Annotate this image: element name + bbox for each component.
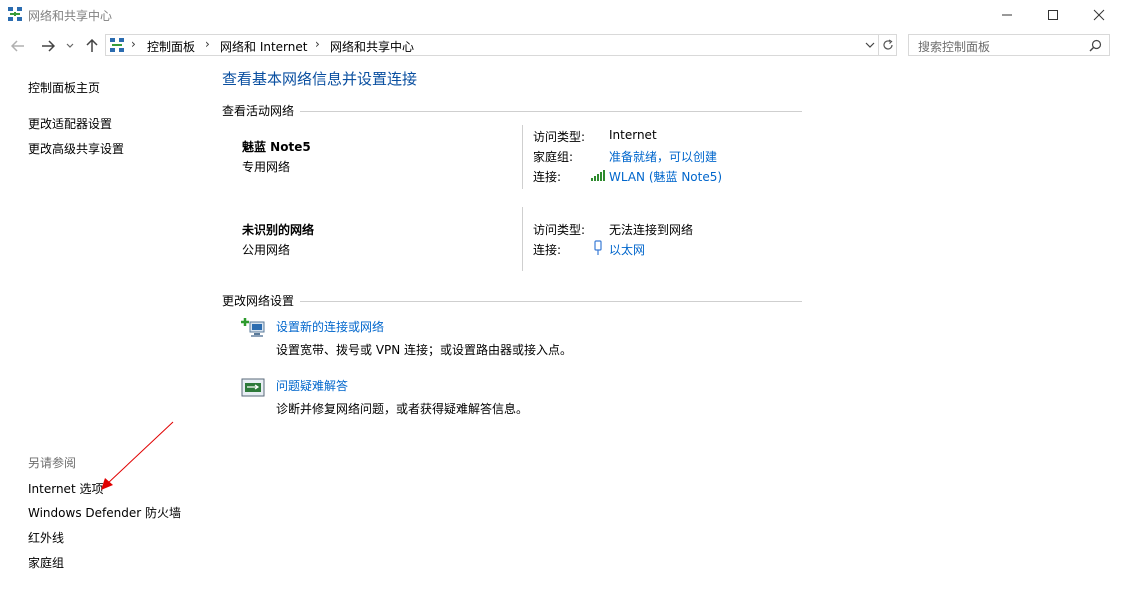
access-type-value: Internet (609, 128, 657, 142)
wlan-connection-link[interactable]: WLAN (魅蓝 Note5) (609, 168, 722, 185)
network-divider (522, 207, 523, 271)
minimize-button[interactable] (984, 0, 1030, 30)
refresh-button[interactable] (878, 34, 897, 56)
ethernet-connection-link[interactable]: 以太网 (609, 241, 645, 258)
refresh-icon (883, 39, 893, 50)
homegroup-link[interactable]: 准备就绪，可以创建 (609, 148, 717, 165)
section-divider (300, 111, 802, 112)
see-also-infrared[interactable]: 红外线 (28, 529, 64, 546)
sidebar-link-adapter-settings[interactable]: 更改适配器设置 (28, 115, 112, 132)
maximize-icon (1048, 10, 1058, 20)
network-name: 未识别的网络 (242, 223, 315, 237)
connection-label: 连接: (533, 170, 562, 184)
breadcrumb-network-center[interactable]: 网络和共享中心 (330, 38, 414, 55)
access-type-value: 无法连接到网络 (609, 223, 694, 237)
page-heading: 查看基本网络信息并设置连接 (222, 70, 418, 88)
network-divider (522, 125, 523, 189)
network-center-icon (8, 7, 22, 21)
recent-locations-button[interactable] (63, 36, 77, 56)
homegroup-label: 家庭组: (533, 150, 574, 164)
window-title: 网络和共享中心 (28, 9, 113, 23)
breadcrumb-separator-icon: › (131, 37, 136, 51)
active-networks-title: 查看活动网络 (222, 104, 295, 118)
close-icon (1093, 9, 1105, 21)
change-settings-title: 更改网络设置 (222, 294, 295, 308)
title-bar: 网络和共享中心 (0, 0, 1122, 30)
breadcrumb-separator-icon: › (205, 37, 210, 51)
network-category: 公用网络 (242, 243, 291, 257)
breadcrumb-separator-icon: › (315, 37, 320, 51)
see-also-title: 另请参阅 (28, 456, 77, 470)
chevron-down-icon (66, 43, 74, 48)
control-panel-icon (110, 38, 124, 52)
address-dropdown-button[interactable] (862, 36, 878, 54)
chevron-down-icon (865, 42, 875, 48)
see-also-internet-options[interactable]: Internet 选项 (28, 480, 103, 497)
forward-arrow-icon (42, 40, 55, 52)
search-icon[interactable] (1089, 39, 1102, 52)
breadcrumb-control-panel[interactable]: 控制面板 (147, 38, 195, 55)
sidebar-home-link[interactable]: 控制面板主页 (28, 79, 100, 96)
back-arrow-icon (11, 40, 24, 52)
network-category: 专用网络 (242, 160, 291, 174)
network-name: 魅蓝 Note5 (242, 140, 311, 154)
minimize-icon (1002, 14, 1012, 16)
connection-label: 连接: (533, 243, 562, 257)
close-button[interactable] (1076, 0, 1122, 30)
up-button[interactable] (83, 36, 101, 56)
see-also-homegroup[interactable]: 家庭组 (28, 554, 64, 571)
sidebar-link-advanced-sharing[interactable]: 更改高级共享设置 (28, 140, 124, 157)
back-button[interactable] (8, 36, 28, 56)
wifi-signal-icon (591, 170, 605, 181)
section-divider (300, 301, 802, 302)
task-description: 设置宽带、拨号或 VPN 连接；或设置路由器或接入点。 (276, 343, 573, 357)
search-input[interactable]: 搜索控制面板 (908, 34, 1110, 56)
new-connection-icon (241, 318, 265, 337)
setup-new-connection-link[interactable]: 设置新的连接或网络 (276, 318, 384, 335)
forward-button[interactable] (38, 36, 58, 56)
up-arrow-icon (86, 39, 98, 52)
ethernet-icon (594, 240, 602, 255)
task-description: 诊断并修复网络问题，或者获得疑难解答信息。 (276, 402, 529, 416)
troubleshoot-icon (241, 378, 265, 397)
annotation-arrow-icon (101, 421, 174, 490)
access-type-label: 访问类型: (533, 223, 586, 237)
access-type-label: 访问类型: (533, 130, 586, 144)
see-also-defender-firewall[interactable]: Windows Defender 防火墙 (28, 504, 181, 521)
breadcrumb-network-internet[interactable]: 网络和 Internet (220, 38, 307, 55)
troubleshoot-link[interactable]: 问题疑难解答 (276, 377, 348, 394)
maximize-button[interactable] (1030, 0, 1076, 30)
search-placeholder: 搜索控制面板 (918, 40, 991, 54)
